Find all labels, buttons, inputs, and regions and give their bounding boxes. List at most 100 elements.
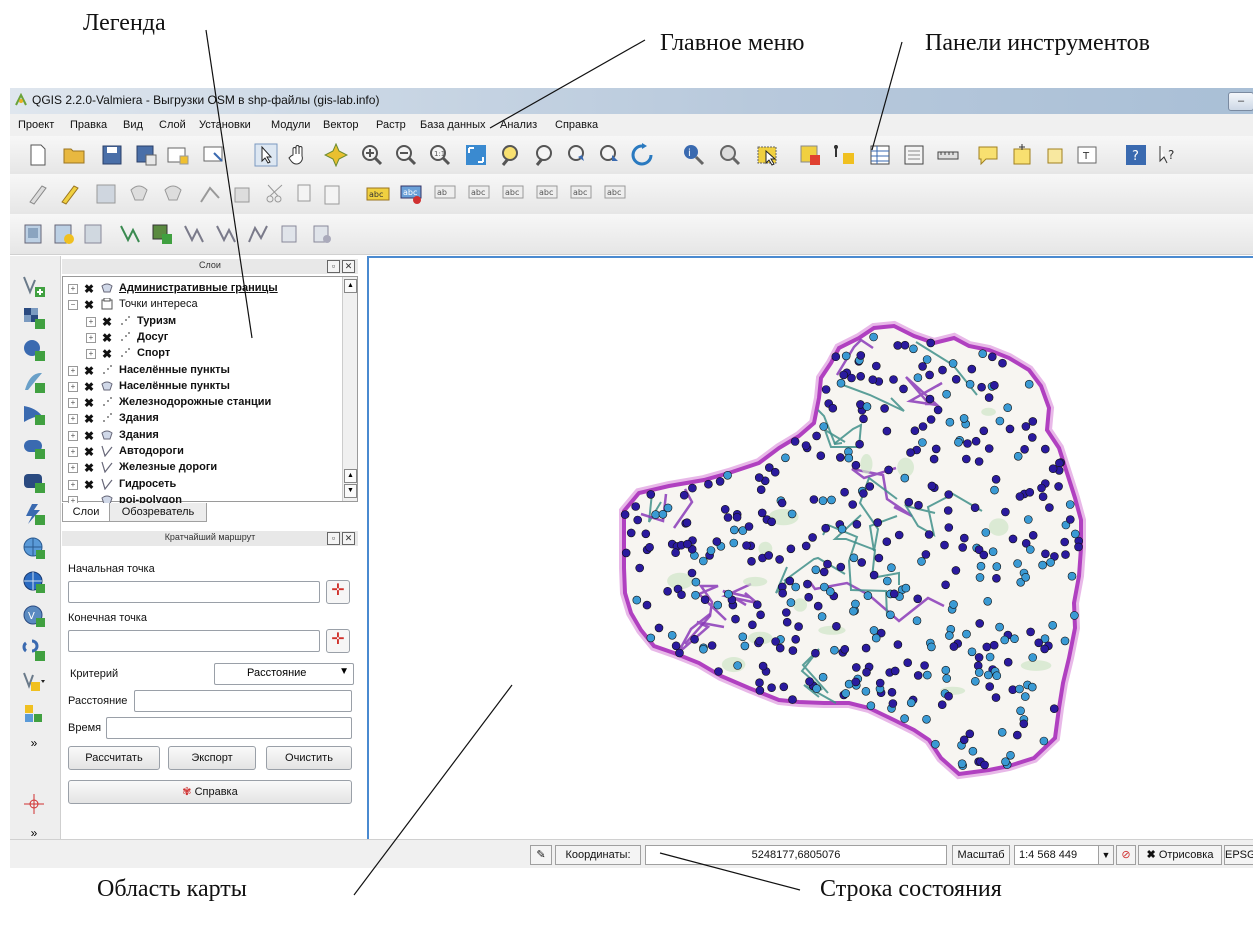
layer-item[interactable]: + ✖ Населённые пункты [63,363,341,379]
criterion-select[interactable]: Расстояние ▼ [214,663,354,685]
expand-toggle-icon[interactable]: + [68,430,78,441]
zoom-to-layer-icon[interactable] [532,143,556,167]
distance-output[interactable] [134,690,352,712]
pan-hand-icon[interactable] [286,143,310,167]
scroll-down-icon[interactable]: ▼ [344,484,357,498]
cut-features-icon[interactable] [264,182,288,206]
layer-visibility-checkbox[interactable]: ✖ [84,461,94,475]
start-point-input[interactable] [68,581,320,603]
layer-item[interactable]: + ✖ Здания [63,428,341,444]
layer-item[interactable]: + ✖ Административные границы [63,281,341,297]
more-tools-chevron-icon[interactable]: » [22,736,46,760]
close-panel-icon[interactable]: ✕ [342,260,355,273]
zoom-to-selection-icon[interactable] [498,143,522,167]
add-spatialite-layer-icon[interactable] [22,370,46,394]
zoom-next-icon[interactable] [598,143,622,167]
remove-layer-icon[interactable] [82,222,106,246]
zoom-last-icon[interactable] [566,143,590,167]
add-wms-icon[interactable] [214,222,238,246]
map-tips-icon[interactable] [976,143,1000,167]
add-postgis-layer-icon[interactable] [22,338,46,362]
current-edits-icon[interactable] [26,182,50,206]
add-vector-layer-icon[interactable] [22,274,46,298]
menu-database[interactable]: База данных [420,119,486,131]
menu-help[interactable]: Справка [555,119,598,131]
tab-browser[interactable]: Обозреватель [109,503,207,522]
float-route-panel-icon[interactable]: ▫ [327,532,340,545]
move-label-icon[interactable]: abc [468,182,492,206]
add-db2-layer-icon[interactable] [22,470,46,494]
layer-visibility-checkbox[interactable]: ✖ [84,478,94,492]
add-mssql-layer-icon[interactable] [22,402,46,426]
route-help-button[interactable]: ✾ Справка [68,780,352,804]
move-feature-icon[interactable] [162,182,186,206]
expand-toggle-icon[interactable]: + [68,381,78,392]
expand-toggle-icon[interactable]: + [68,284,78,294]
messages-icon[interactable]: ✎ [530,845,552,865]
composer-manager-icon[interactable] [202,143,226,167]
identify-icon[interactable]: i [682,143,706,167]
whats-this-icon[interactable]: ? [1156,143,1180,167]
layer-item[interactable]: + ✖ Здания [63,411,341,427]
pin-labels-icon[interactable]: abc [400,182,424,206]
layer-visibility-checkbox[interactable]: ✖ [84,412,94,426]
scroll-up-icon[interactable]: ▲ [344,279,357,293]
add-virtual-layer-icon[interactable] [22,638,46,662]
save-as-icon[interactable] [134,143,158,167]
stop-render-icon[interactable]: ⊘ [1116,845,1136,865]
add-raster-layer-icon[interactable] [22,306,46,330]
add-raster-icon[interactable] [150,222,174,246]
attribute-table-icon[interactable] [868,143,892,167]
menu-settings[interactable]: Установки [199,119,251,131]
scale-combo[interactable]: 1:4 568 449 [1014,845,1100,865]
help-icon[interactable]: ? [1124,143,1148,167]
layer-visibility-checkbox[interactable]: ✖ [84,282,94,296]
new-shapefile-layer-icon[interactable] [22,222,46,246]
add-oracle-layer-icon[interactable] [22,436,46,460]
crs-button[interactable]: EPSG [1224,845,1253,865]
rotate-label-icon[interactable]: abc [502,182,526,206]
float-panel-icon[interactable]: ▫ [327,260,340,273]
layer-item[interactable]: + ✖ Досуг [63,330,341,346]
layer-visibility-checkbox[interactable]: ✖ [102,331,112,345]
layer-visibility-checkbox[interactable]: ✖ [84,380,94,394]
expand-toggle-icon[interactable]: + [68,398,78,409]
layer-visibility-checkbox[interactable]: ✖ [102,347,112,361]
measure-line-icon[interactable] [936,143,960,167]
scroll-up-lower-icon[interactable]: ▲ [344,469,357,483]
layer-item[interactable]: + ✖ Гидросеть [63,477,341,493]
add-vector-icon[interactable] [118,222,142,246]
add-wms-tile-icon[interactable] [22,702,46,726]
expand-toggle-icon[interactable]: + [68,463,78,474]
coords-display[interactable]: 5248177,6805076 [645,845,947,865]
new-spatialite-layer-icon[interactable] [52,222,76,246]
layer-visibility-checkbox[interactable]: ✖ [84,445,94,459]
select-features-icon[interactable] [756,143,780,167]
layer-item[interactable]: + ✖ Населённые пункты [63,379,341,395]
menu-edit[interactable]: Правка [70,119,107,131]
text-annotation-icon[interactable]: T [1076,143,1100,167]
field-calculator-icon[interactable] [902,143,926,167]
expand-toggle-icon[interactable]: + [86,349,96,360]
deselect-icon[interactable] [798,143,822,167]
run-action-icon[interactable] [718,143,742,167]
export-button[interactable]: Экспорт [168,746,256,770]
add-delimited-text-layer-icon[interactable] [22,502,46,526]
render-checkbox[interactable]: ✖ [1147,849,1156,861]
new-layer-dropdown-icon[interactable] [22,670,46,694]
layer-item[interactable]: − ✖ Точки интереса [63,297,341,313]
add-delimited-text-icon[interactable] [278,222,302,246]
layer-visibility-checkbox[interactable]: ✖ [84,298,94,312]
new-bookmark-icon[interactable] [1010,143,1034,167]
zoom-out-icon[interactable] [394,143,418,167]
zoom-full-icon[interactable] [464,143,488,167]
minimize-button[interactable]: – [1228,92,1253,111]
georeferencer-icon[interactable] [22,792,46,816]
layer-item[interactable]: + ✖ Спорт [63,346,341,362]
measure-area-icon[interactable] [832,143,856,167]
label-tool-icon[interactable]: abc [366,182,390,206]
add-feature-icon[interactable] [128,182,152,206]
layer-visibility-checkbox[interactable]: ✖ [84,364,94,378]
layer-item[interactable]: + ✖ Железнодорожные станции [63,395,341,411]
change-label-icon[interactable]: abc [536,182,560,206]
